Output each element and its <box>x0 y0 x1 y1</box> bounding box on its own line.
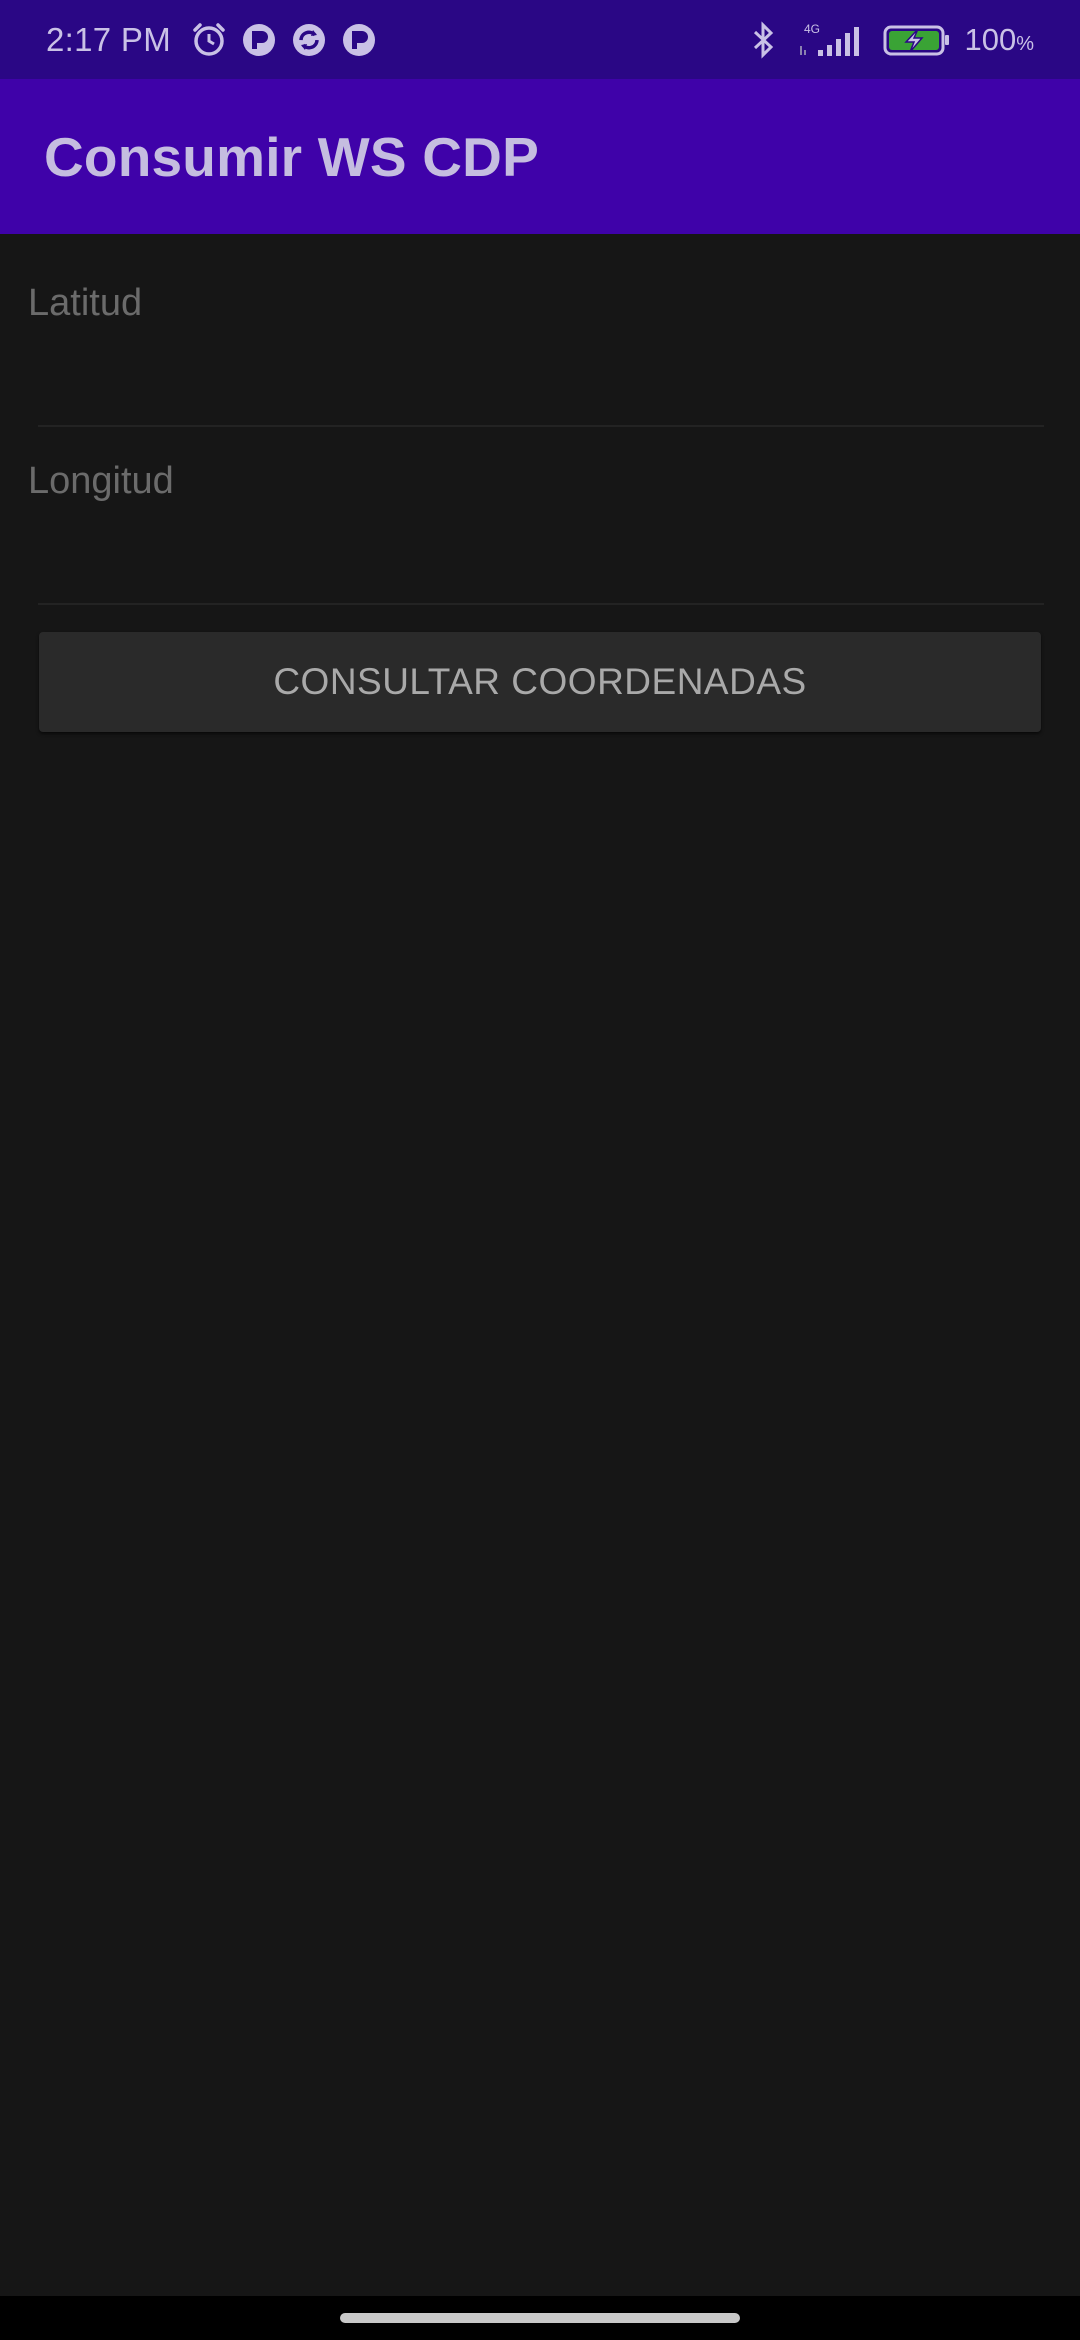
bluetooth-icon <box>746 20 780 60</box>
latitude-underline <box>38 425 1044 427</box>
app-bar: Consumir WS CDP <box>0 79 1080 234</box>
battery-percent-unit: % <box>1016 32 1034 55</box>
app-notification-icon <box>339 20 379 60</box>
longitude-input[interactable] <box>28 430 1044 605</box>
home-gesture-handle[interactable] <box>340 2313 740 2323</box>
app-title: Consumir WS CDP <box>44 125 539 188</box>
battery-charging-icon <box>882 20 952 60</box>
status-left: 2:17 PM <box>46 20 736 60</box>
status-time: 2:17 PM <box>46 20 171 58</box>
longitude-underline <box>38 603 1044 605</box>
latitude-input[interactable] <box>28 252 1044 427</box>
app-notification-icon <box>239 20 279 60</box>
battery-percent-value: 100 <box>964 21 1017 57</box>
latitude-field[interactable]: Latitud <box>28 252 1044 427</box>
signal-icon: 4G <box>798 20 868 60</box>
alarm-icon <box>189 20 229 60</box>
longitude-field[interactable]: Longitud <box>28 430 1044 605</box>
status-right: 4G 100% <box>736 20 1034 60</box>
battery-percent: 100% <box>964 22 1034 58</box>
navigation-bar <box>0 2296 1080 2340</box>
status-bar: 2:17 PM 4G 100% <box>0 0 1080 79</box>
network-type: 4G <box>804 22 820 36</box>
sync-notification-icon <box>289 20 329 60</box>
consultar-coordenadas-button[interactable]: CONSULTAR COORDENADAS <box>39 632 1041 732</box>
